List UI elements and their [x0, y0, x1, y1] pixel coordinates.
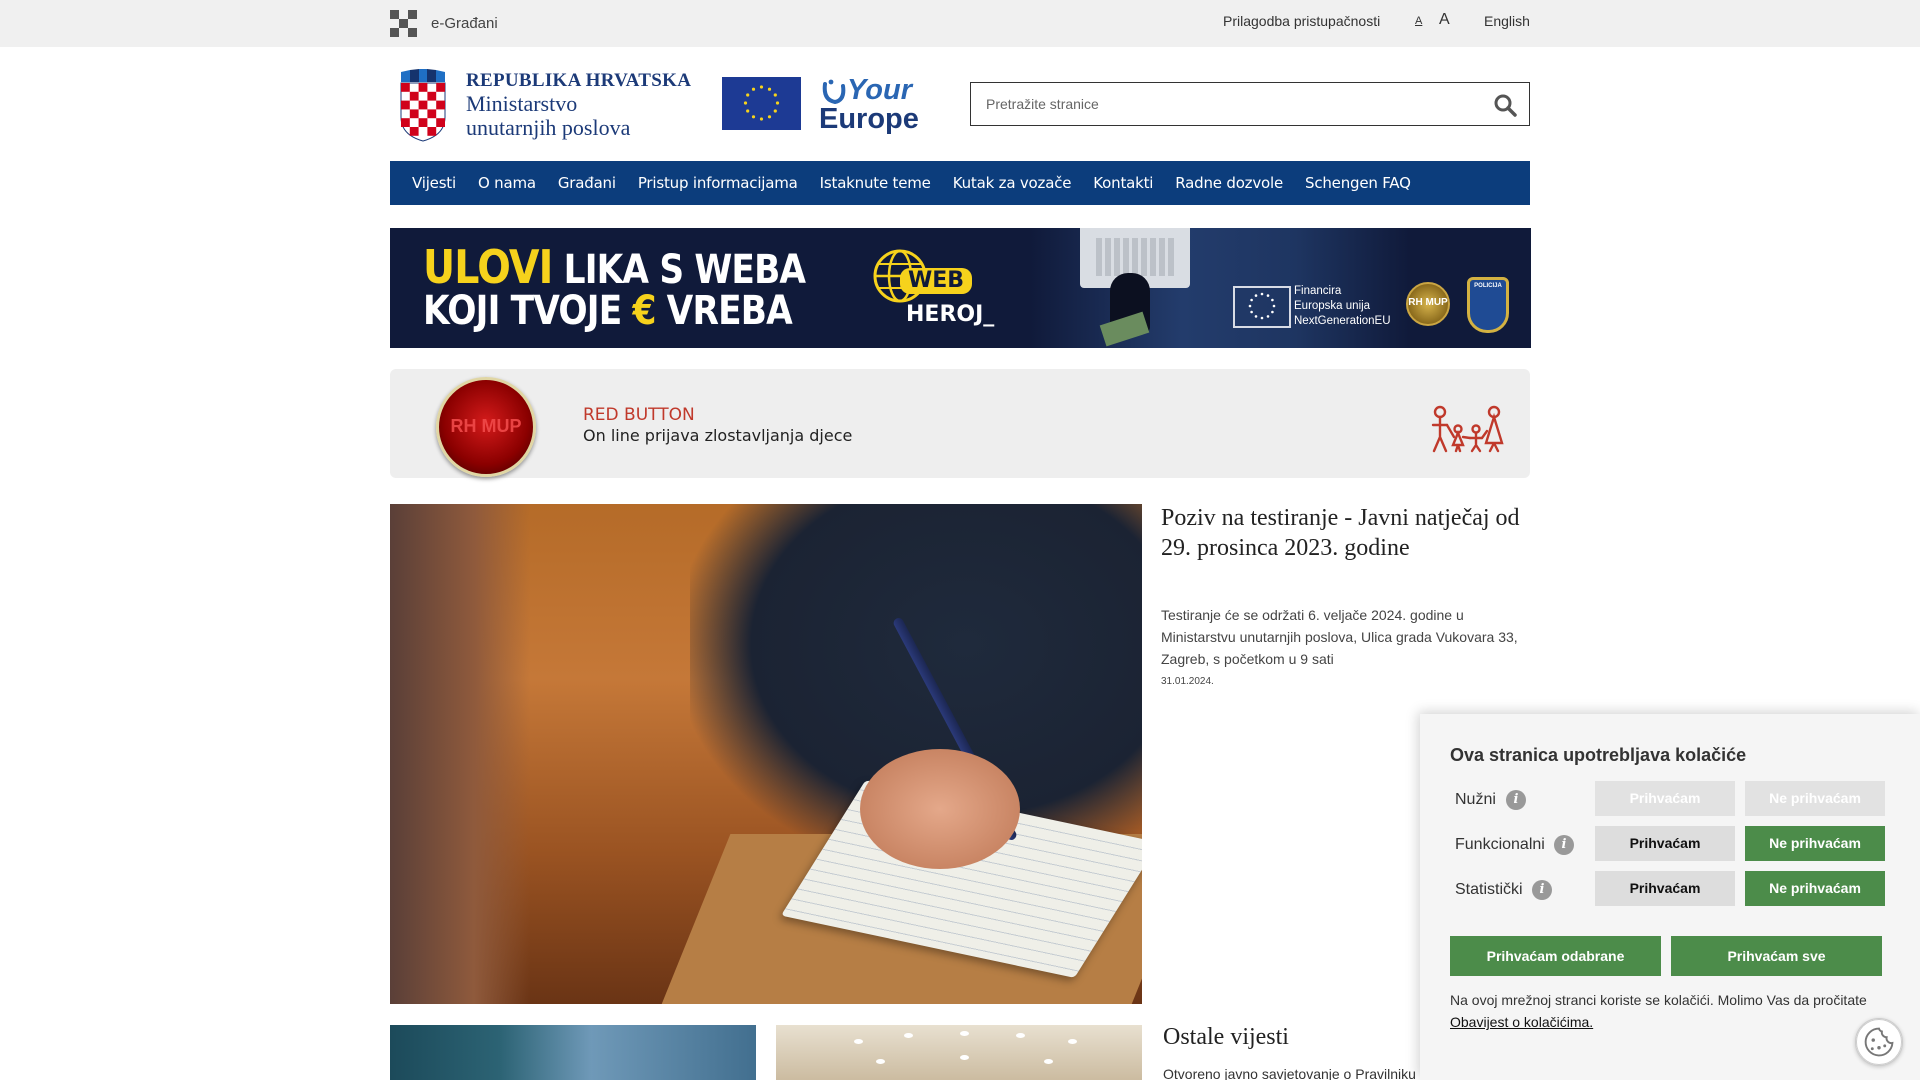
featured-article-description: Testiranje će se održati 6. veljače 2024… — [1161, 607, 1518, 667]
ceiling-light — [854, 1039, 863, 1044]
cookie-category-necessary: Nužni — [1455, 791, 1496, 808]
egradani-link[interactable]: e-Građani — [431, 15, 498, 32]
necessary-accept-button: Prihvaćam — [1595, 781, 1735, 816]
nav-item-o-nama[interactable]: O nama — [478, 174, 536, 192]
ceiling-light — [1044, 1059, 1053, 1064]
main-navigation: Vijesti O nama Građani Pristup informaci… — [390, 161, 1530, 205]
necessary-reject-button: Ne prihvaćam — [1745, 781, 1885, 816]
nav-item-istaknute-teme[interactable]: Istaknute teme — [820, 174, 931, 192]
ceiling-light — [1016, 1033, 1025, 1038]
top-utility-bar: e-Građani Prilagodba pristupačnosti A A … — [0, 0, 1920, 47]
banner-euro-sign: € — [632, 288, 656, 334]
featured-article-image[interactable] — [390, 504, 1142, 1004]
ceiling-light — [960, 1031, 969, 1036]
ministry-line-republic: REPUBLIKA HRVATSKA — [466, 70, 692, 91]
ceiling-light — [904, 1033, 913, 1038]
police-badge-icon: POLICIJA — [1467, 277, 1509, 333]
ministry-name-logo[interactable]: REPUBLIKA HRVATSKA Ministarstvo unutarnj… — [466, 70, 691, 140]
banner-word-ulovi: ULOVI — [423, 240, 553, 294]
banner-headline-line2: KOJI TVOJE € VREBA — [423, 288, 793, 334]
cookie-category-statistics: Statistički — [1455, 881, 1523, 898]
language-switch-link[interactable]: English — [1484, 13, 1530, 29]
eu-stars-icon — [1233, 286, 1291, 328]
family-icon — [1431, 405, 1504, 453]
web-heroj-banner[interactable]: ULOVI LIKA S WEBA KOJI TVOJE € VREBA WEB… — [390, 228, 1531, 348]
nav-item-kontakti[interactable]: Kontakti — [1093, 174, 1153, 192]
red-button-icon: RH MUP — [436, 377, 536, 477]
nav-item-radne-dozvole[interactable]: Radne dozvole — [1175, 174, 1283, 192]
eu-flag-icon — [722, 77, 801, 130]
featured-article-date: 31.01.2024. — [1161, 676, 1214, 687]
smile-icon — [822, 79, 846, 105]
accept-selected-button[interactable]: Prihvaćam odabrane — [1450, 936, 1661, 976]
your-europe-word-europe: Europe — [819, 103, 919, 135]
egradani-logo-icon[interactable] — [390, 10, 417, 37]
other-news-item[interactable]: Otvoreno javno savjetovanje o Pravilniku — [1163, 1066, 1416, 1080]
info-icon[interactable]: i — [1532, 880, 1552, 900]
cookie-category-functional: Funkcionalni — [1455, 836, 1545, 853]
your-europe-logo[interactable]: Your Europe — [817, 74, 939, 136]
your-europe-word-your: Your — [847, 74, 912, 106]
cookie-notice-text: Na ovoj mrežnoj stranci koriste se kolač… — [1450, 992, 1867, 1008]
nav-item-vijesti[interactable]: Vijesti — [412, 174, 456, 192]
eu-funding-line1: Financira — [1294, 285, 1342, 297]
font-size-large-button[interactable]: A — [1439, 11, 1450, 29]
other-news-heading: Ostale vijesti — [1163, 1024, 1289, 1050]
banner-line2-end: VREBA — [655, 288, 793, 334]
police-badge-text: POLICIJA — [1474, 283, 1502, 289]
red-button-emblem-text: RH MUP — [450, 416, 522, 436]
statistics-accept-button[interactable]: Prihvaćam — [1595, 871, 1735, 906]
mup-badge-icon: RH MUP — [1406, 282, 1450, 326]
info-icon[interactable]: i — [1554, 835, 1574, 855]
photo-hand — [860, 749, 1020, 869]
heroj-label: HEROJ_ — [906, 302, 995, 327]
laptop-keyboard — [1096, 238, 1176, 276]
nav-item-pristup-informacijama[interactable]: Pristup informacijama — [638, 174, 798, 192]
cookie-settings-icon[interactable] — [1855, 1018, 1903, 1066]
cookie-policy-link[interactable]: Obavijest o kolačićima. — [1450, 1014, 1593, 1030]
red-button-subtitle: On line prijava zlostavljanja djece — [583, 426, 853, 445]
search-input[interactable] — [971, 83, 1471, 125]
banner-headline-line1: ULOVI LIKA S WEBA — [423, 244, 806, 293]
search-icon[interactable] — [1493, 93, 1517, 117]
featured-article-title[interactable]: Poziv na testiranje - Javni natječaj od … — [1161, 503, 1531, 563]
functional-accept-button[interactable]: Prihvaćam — [1595, 826, 1735, 861]
info-icon[interactable]: i — [1506, 790, 1526, 810]
croatian-coat-of-arms-icon[interactable] — [396, 69, 450, 142]
eu-funding-line2: Europska unija — [1294, 300, 1371, 312]
cookie-notice: Na ovoj mrežnoj stranci koriste se kolač… — [1450, 989, 1900, 1033]
nav-item-gradani[interactable]: Građani — [558, 174, 616, 192]
ceiling-light — [1068, 1039, 1077, 1044]
accept-all-button[interactable]: Prihvaćam sve — [1671, 936, 1882, 976]
nav-item-schengen-faq[interactable]: Schengen FAQ — [1305, 174, 1411, 192]
banner-line2-start: KOJI TVOJE — [423, 288, 633, 334]
ministry-line-ministry: Ministarstvo — [466, 91, 578, 116]
font-size-small-button[interactable]: A — [1415, 15, 1422, 27]
news-thumbnail-1[interactable] — [390, 1025, 756, 1080]
ceiling-light — [960, 1055, 969, 1060]
mup-badge-text: RH MUP — [1408, 297, 1448, 308]
statistics-reject-button[interactable]: Ne prihvaćam — [1745, 871, 1885, 906]
cookie-consent-panel: Ova stranica upotrebljava kolačiće Nužni… — [1420, 714, 1920, 1080]
web-badge: WEB — [900, 268, 973, 294]
red-button-banner[interactable]: RH MUP RED BUTTON On line prijava zlosta… — [390, 369, 1530, 478]
search-box — [970, 82, 1530, 126]
eu-funding-line3: NextGenerationEU — [1294, 315, 1391, 327]
functional-reject-button[interactable]: Ne prihvaćam — [1745, 826, 1885, 861]
news-thumbnail-2[interactable] — [776, 1025, 1142, 1080]
ministry-line-interior: unutarnjih poslova — [466, 115, 631, 140]
ceiling-light — [876, 1059, 885, 1064]
cookie-panel-title: Ova stranica upotrebljava kolačiće — [1450, 745, 1747, 765]
eu-funding-text: Financira Europska unija NextGenerationE… — [1294, 284, 1391, 329]
banner-line1-rest: LIKA S WEBA — [552, 247, 806, 293]
accessibility-settings-link[interactable]: Prilagodba pristupačnosti — [1223, 13, 1380, 29]
photo-blur-left — [390, 504, 530, 1004]
red-button-title: RED BUTTON — [583, 405, 695, 425]
nav-item-kutak-za-vozace[interactable]: Kutak za vozače — [953, 174, 1072, 192]
